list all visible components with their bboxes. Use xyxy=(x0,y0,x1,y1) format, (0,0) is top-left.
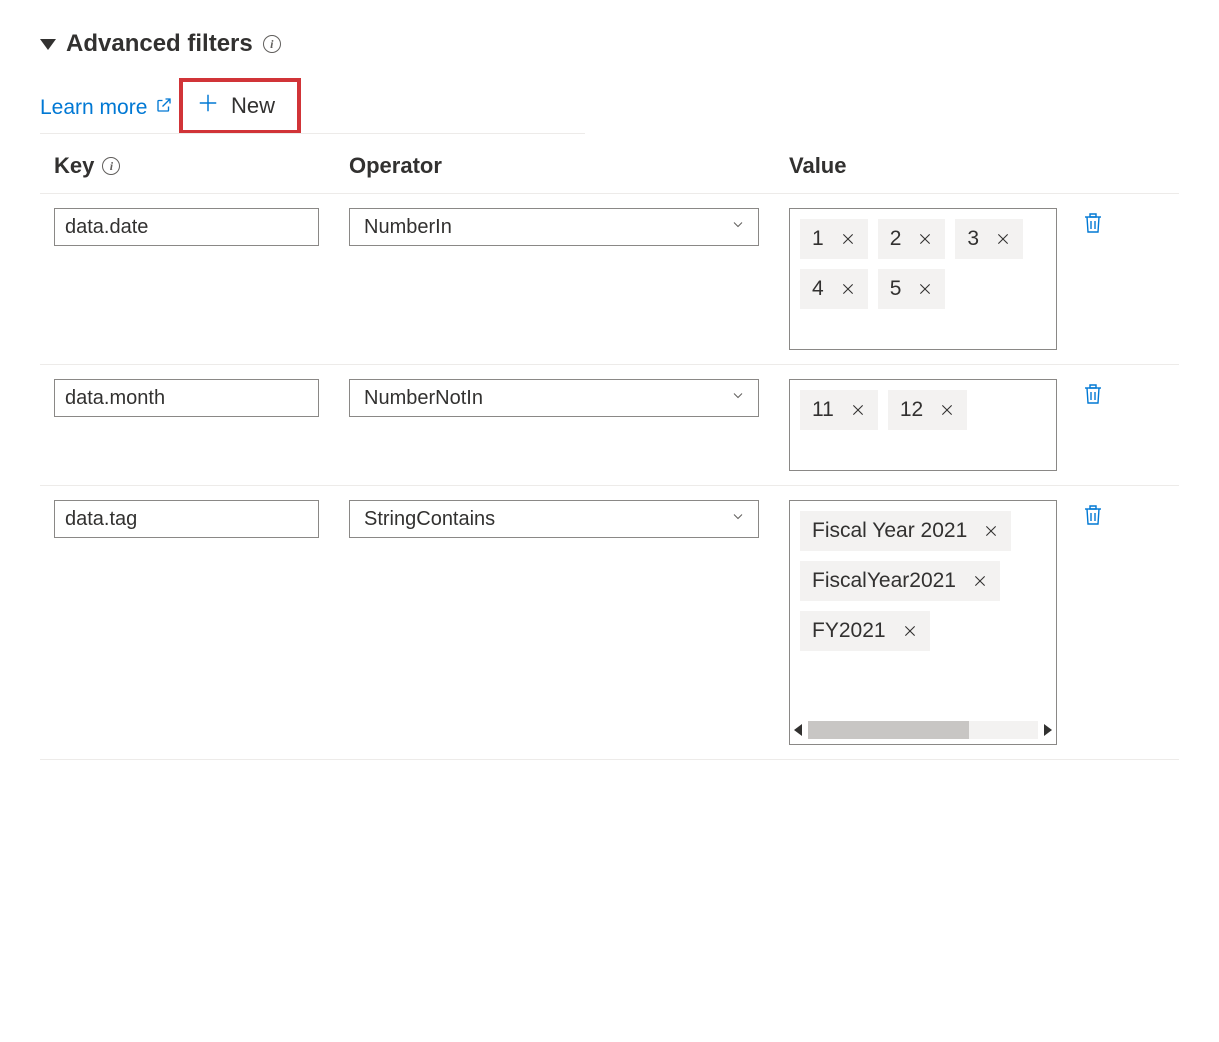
operator-value: NumberIn xyxy=(364,216,452,239)
operator-value: NumberNotIn xyxy=(364,387,483,410)
filter-row: NumberNotIn 11 12 xyxy=(40,365,1179,486)
chip-label: FiscalYear2021 xyxy=(812,569,956,593)
filter-row: NumberIn 1 2 3 4 5 xyxy=(40,194,1179,365)
value-chip: FiscalYear2021 xyxy=(800,561,1000,601)
chip-label: 3 xyxy=(967,227,979,251)
scroll-right-icon[interactable] xyxy=(1044,724,1052,736)
key-input[interactable] xyxy=(54,208,319,246)
new-button-label: New xyxy=(231,93,275,119)
value-chip: 11 xyxy=(800,390,878,430)
learn-more-label: Learn more xyxy=(40,96,147,120)
remove-chip-icon[interactable] xyxy=(917,231,933,247)
plus-icon xyxy=(197,92,219,120)
remove-chip-icon[interactable] xyxy=(850,402,866,418)
delete-row-button[interactable] xyxy=(1081,381,1105,407)
value-chip: 4 xyxy=(800,269,868,309)
divider xyxy=(40,133,585,134)
scrollbar-thumb[interactable] xyxy=(808,721,969,739)
remove-chip-icon[interactable] xyxy=(840,231,856,247)
column-key: Key i xyxy=(54,153,349,179)
value-chip: 2 xyxy=(878,219,946,259)
chip-label: 1 xyxy=(812,227,824,251)
scroll-left-icon[interactable] xyxy=(794,724,802,736)
chevron-down-icon xyxy=(730,508,746,531)
remove-chip-icon[interactable] xyxy=(995,231,1011,247)
info-icon[interactable]: i xyxy=(263,35,281,53)
chip-label: 12 xyxy=(900,398,923,422)
learn-more-link[interactable]: Learn more xyxy=(40,96,173,120)
delete-row-button[interactable] xyxy=(1081,210,1105,236)
caret-down-icon xyxy=(40,39,56,50)
chevron-down-icon xyxy=(730,216,746,239)
value-box[interactable]: 1 2 3 4 5 xyxy=(789,208,1057,350)
filter-row: StringContains Fiscal Year 2021 FiscalYe… xyxy=(40,486,1179,760)
column-key-label: Key xyxy=(54,153,94,179)
remove-chip-icon[interactable] xyxy=(939,402,955,418)
value-box[interactable]: Fiscal Year 2021 FiscalYear2021 FY2021 xyxy=(789,500,1057,745)
scrollbar-track[interactable] xyxy=(808,721,1038,739)
value-chip: 5 xyxy=(878,269,946,309)
section-header[interactable]: Advanced filters i xyxy=(40,30,1179,58)
column-headers: Key i Operator Value xyxy=(40,153,1179,194)
chip-label: 11 xyxy=(812,398,834,422)
info-icon[interactable]: i xyxy=(102,157,120,175)
remove-chip-icon[interactable] xyxy=(983,523,999,539)
external-link-icon xyxy=(155,96,173,120)
remove-chip-icon[interactable] xyxy=(840,281,856,297)
operator-select[interactable]: NumberNotIn xyxy=(349,379,759,417)
remove-chip-icon[interactable] xyxy=(972,573,988,589)
column-value: Value xyxy=(789,153,1179,179)
new-button[interactable]: New xyxy=(179,78,301,134)
chip-label: 5 xyxy=(890,277,902,301)
chip-label: FY2021 xyxy=(812,619,886,643)
chip-label: 2 xyxy=(890,227,902,251)
delete-row-button[interactable] xyxy=(1081,502,1105,528)
key-input[interactable] xyxy=(54,500,319,538)
operator-select[interactable]: StringContains xyxy=(349,500,759,538)
chip-label: Fiscal Year 2021 xyxy=(812,519,967,543)
value-chip: Fiscal Year 2021 xyxy=(800,511,1011,551)
value-chip: FY2021 xyxy=(800,611,930,651)
value-chip: 12 xyxy=(888,390,967,430)
column-operator-label: Operator xyxy=(349,153,442,178)
chip-label: 4 xyxy=(812,277,824,301)
operator-select[interactable]: NumberIn xyxy=(349,208,759,246)
value-chip: 3 xyxy=(955,219,1023,259)
horizontal-scrollbar[interactable] xyxy=(794,720,1052,740)
column-operator: Operator xyxy=(349,153,789,179)
column-value-label: Value xyxy=(789,153,846,178)
operator-value: StringContains xyxy=(364,508,495,531)
remove-chip-icon[interactable] xyxy=(917,281,933,297)
value-box[interactable]: 11 12 xyxy=(789,379,1057,471)
section-title: Advanced filters xyxy=(66,30,253,58)
key-input[interactable] xyxy=(54,379,319,417)
value-chip: 1 xyxy=(800,219,868,259)
chevron-down-icon xyxy=(730,387,746,410)
remove-chip-icon[interactable] xyxy=(902,623,918,639)
